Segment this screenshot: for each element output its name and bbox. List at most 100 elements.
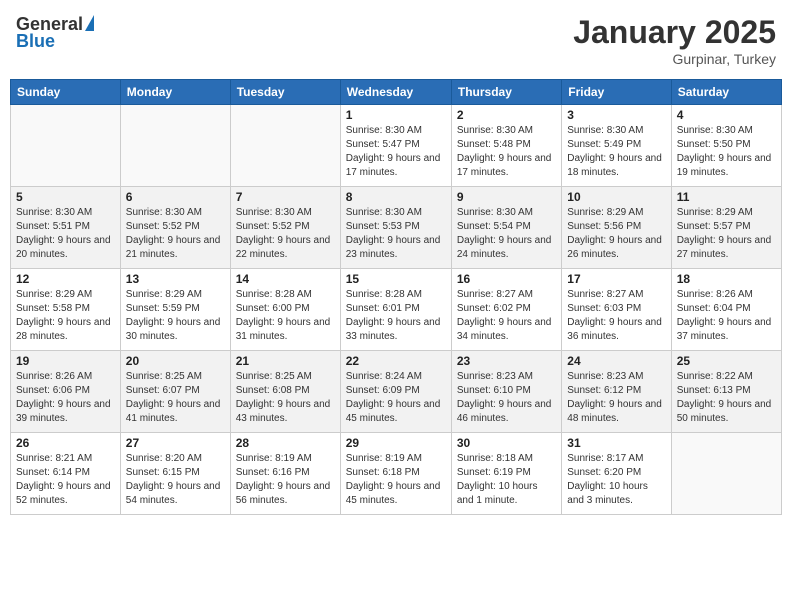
calendar-week-row: 12 Sunrise: 8:29 AM Sunset: 5:58 PM Dayli… (11, 269, 782, 351)
day-number: 8 (346, 190, 446, 204)
day-number: 25 (677, 354, 776, 368)
day-number: 17 (567, 272, 665, 286)
table-row: 6Sunrise: 8:30 AM Sunset: 5:52 PM Daylig… (120, 187, 230, 269)
table-row: 1Sunrise: 8:30 AM Sunset: 5:47 PM Daylig… (340, 105, 451, 187)
table-row: 29 Sunrise: 8:19 AM Sunset: 6:18 PM Dayli… (340, 433, 451, 515)
day-info: Sunrise: 8:30 AM Sunset: 5:50 PM Dayligh… (677, 124, 776, 180)
day-number: 29 (346, 436, 446, 450)
day-number: 31 (567, 436, 665, 450)
day-number: 7 (236, 190, 335, 204)
day-number: 12 (16, 272, 115, 286)
table-row: 23 Sunrise: 8:23 AM Sunset: 6:10 PM Dayli… (451, 351, 561, 433)
day-number: 18 (677, 272, 776, 286)
day-number: 3 (567, 108, 665, 122)
day-number: 27 (126, 436, 225, 450)
logo-triangle-icon (85, 15, 94, 31)
table-row: 15 Sunrise: 8:28 AM Sunset: 6:01 PM Dayli… (340, 269, 451, 351)
table-row (671, 433, 781, 515)
table-row (230, 105, 340, 187)
day-info: Sunrise: 8:29 AM Sunset: 5:58 PM Dayligh… (16, 288, 115, 344)
day-number: 14 (236, 272, 335, 286)
day-info: Sunrise: 8:24 AM Sunset: 6:09 PM Dayligh… (346, 370, 446, 426)
table-row: 5Sunrise: 8:30 AM Sunset: 5:51 PM Daylig… (11, 187, 121, 269)
table-row: 26 Sunrise: 8:21 AM Sunset: 6:14 PM Dayli… (11, 433, 121, 515)
table-row: 25 Sunrise: 8:22 AM Sunset: 6:13 PM Dayli… (671, 351, 781, 433)
day-number: 28 (236, 436, 335, 450)
table-row (11, 105, 121, 187)
table-row: 22 Sunrise: 8:24 AM Sunset: 6:09 PM Dayli… (340, 351, 451, 433)
location: Gurpinar, Turkey (573, 51, 776, 67)
day-number: 30 (457, 436, 556, 450)
day-info: Sunrise: 8:28 AM Sunset: 6:00 PM Dayligh… (236, 288, 335, 344)
title-section: January 2025 Gurpinar, Turkey (573, 14, 776, 67)
day-info: Sunrise: 8:25 AM Sunset: 6:08 PM Dayligh… (236, 370, 335, 426)
col-thursday: Thursday (451, 80, 561, 105)
col-sunday: Sunday (11, 80, 121, 105)
logo: General Blue (16, 14, 96, 52)
day-number: 15 (346, 272, 446, 286)
day-info: Sunrise: 8:30 AM Sunset: 5:53 PM Dayligh… (346, 206, 446, 262)
table-row: 17 Sunrise: 8:27 AM Sunset: 6:03 PM Dayli… (562, 269, 671, 351)
table-row: 10 Sunrise: 8:29 AM Sunset: 5:56 PM Dayli… (562, 187, 671, 269)
table-row: 13Sunrise: 8:29 AM Sunset: 5:59 PM Dayli… (120, 269, 230, 351)
day-info: Sunrise: 8:29 AM Sunset: 5:59 PM Dayligh… (126, 288, 225, 344)
table-row: 14 Sunrise: 8:28 AM Sunset: 6:00 PM Dayli… (230, 269, 340, 351)
logo-blue: Blue (16, 31, 55, 52)
col-monday: Monday (120, 80, 230, 105)
table-row: 30 Sunrise: 8:18 AM Sunset: 6:19 PM Dayli… (451, 433, 561, 515)
header: General Blue January 2025 Gurpinar, Turk… (10, 10, 782, 71)
day-info: Sunrise: 8:30 AM Sunset: 5:52 PM Dayligh… (126, 206, 225, 262)
table-row: 21 Sunrise: 8:25 AM Sunset: 6:08 PM Dayli… (230, 351, 340, 433)
day-info: Sunrise: 8:30 AM Sunset: 5:54 PM Dayligh… (457, 206, 556, 262)
day-info: Sunrise: 8:30 AM Sunset: 5:49 PM Dayligh… (567, 124, 665, 180)
day-info: Sunrise: 8:30 AM Sunset: 5:47 PM Dayligh… (346, 124, 446, 180)
day-info: Sunrise: 8:22 AM Sunset: 6:13 PM Dayligh… (677, 370, 776, 426)
calendar-week-row: 1Sunrise: 8:30 AM Sunset: 5:47 PM Daylig… (11, 105, 782, 187)
table-row: 9 Sunrise: 8:30 AM Sunset: 5:54 PM Daylig… (451, 187, 561, 269)
day-info: Sunrise: 8:27 AM Sunset: 6:02 PM Dayligh… (457, 288, 556, 344)
day-info: Sunrise: 8:30 AM Sunset: 5:48 PM Dayligh… (457, 124, 556, 180)
table-row: 19Sunrise: 8:26 AM Sunset: 6:06 PM Dayli… (11, 351, 121, 433)
table-row: 16 Sunrise: 8:27 AM Sunset: 6:02 PM Dayli… (451, 269, 561, 351)
day-number: 21 (236, 354, 335, 368)
table-row: 20Sunrise: 8:25 AM Sunset: 6:07 PM Dayli… (120, 351, 230, 433)
day-number: 16 (457, 272, 556, 286)
day-info: Sunrise: 8:17 AM Sunset: 6:20 PM Dayligh… (567, 452, 665, 508)
day-number: 23 (457, 354, 556, 368)
day-info: Sunrise: 8:18 AM Sunset: 6:19 PM Dayligh… (457, 452, 556, 508)
col-saturday: Saturday (671, 80, 781, 105)
calendar-week-row: 26 Sunrise: 8:21 AM Sunset: 6:14 PM Dayli… (11, 433, 782, 515)
day-number: 4 (677, 108, 776, 122)
day-number: 22 (346, 354, 446, 368)
day-info: Sunrise: 8:23 AM Sunset: 6:10 PM Dayligh… (457, 370, 556, 426)
table-row (120, 105, 230, 187)
day-info: Sunrise: 8:20 AM Sunset: 6:15 PM Dayligh… (126, 452, 225, 508)
table-row: 2 Sunrise: 8:30 AM Sunset: 5:48 PM Daylig… (451, 105, 561, 187)
day-info: Sunrise: 8:26 AM Sunset: 6:04 PM Dayligh… (677, 288, 776, 344)
day-info: Sunrise: 8:28 AM Sunset: 6:01 PM Dayligh… (346, 288, 446, 344)
day-info: Sunrise: 8:23 AM Sunset: 6:12 PM Dayligh… (567, 370, 665, 426)
calendar-week-row: 19Sunrise: 8:26 AM Sunset: 6:06 PM Dayli… (11, 351, 782, 433)
col-wednesday: Wednesday (340, 80, 451, 105)
calendar-table: Sunday Monday Tuesday Wednesday Thursday… (10, 79, 782, 515)
day-number: 26 (16, 436, 115, 450)
table-row: 24Sunrise: 8:23 AM Sunset: 6:12 PM Dayli… (562, 351, 671, 433)
day-number: 10 (567, 190, 665, 204)
day-info: Sunrise: 8:19 AM Sunset: 6:18 PM Dayligh… (346, 452, 446, 508)
table-row: 31 Sunrise: 8:17 AM Sunset: 6:20 PM Dayli… (562, 433, 671, 515)
table-row: 3 Sunrise: 8:30 AM Sunset: 5:49 PM Daylig… (562, 105, 671, 187)
day-info: Sunrise: 8:21 AM Sunset: 6:14 PM Dayligh… (16, 452, 115, 508)
table-row: 12 Sunrise: 8:29 AM Sunset: 5:58 PM Dayli… (11, 269, 121, 351)
day-info: Sunrise: 8:29 AM Sunset: 5:57 PM Dayligh… (677, 206, 776, 262)
table-row: 11Sunrise: 8:29 AM Sunset: 5:57 PM Dayli… (671, 187, 781, 269)
month-title: January 2025 (573, 14, 776, 51)
day-number: 5 (16, 190, 115, 204)
day-info: Sunrise: 8:29 AM Sunset: 5:56 PM Dayligh… (567, 206, 665, 262)
day-number: 9 (457, 190, 556, 204)
day-info: Sunrise: 8:27 AM Sunset: 6:03 PM Dayligh… (567, 288, 665, 344)
col-tuesday: Tuesday (230, 80, 340, 105)
table-row: 4 Sunrise: 8:30 AM Sunset: 5:50 PM Daylig… (671, 105, 781, 187)
day-number: 20 (126, 354, 225, 368)
col-friday: Friday (562, 80, 671, 105)
day-number: 2 (457, 108, 556, 122)
